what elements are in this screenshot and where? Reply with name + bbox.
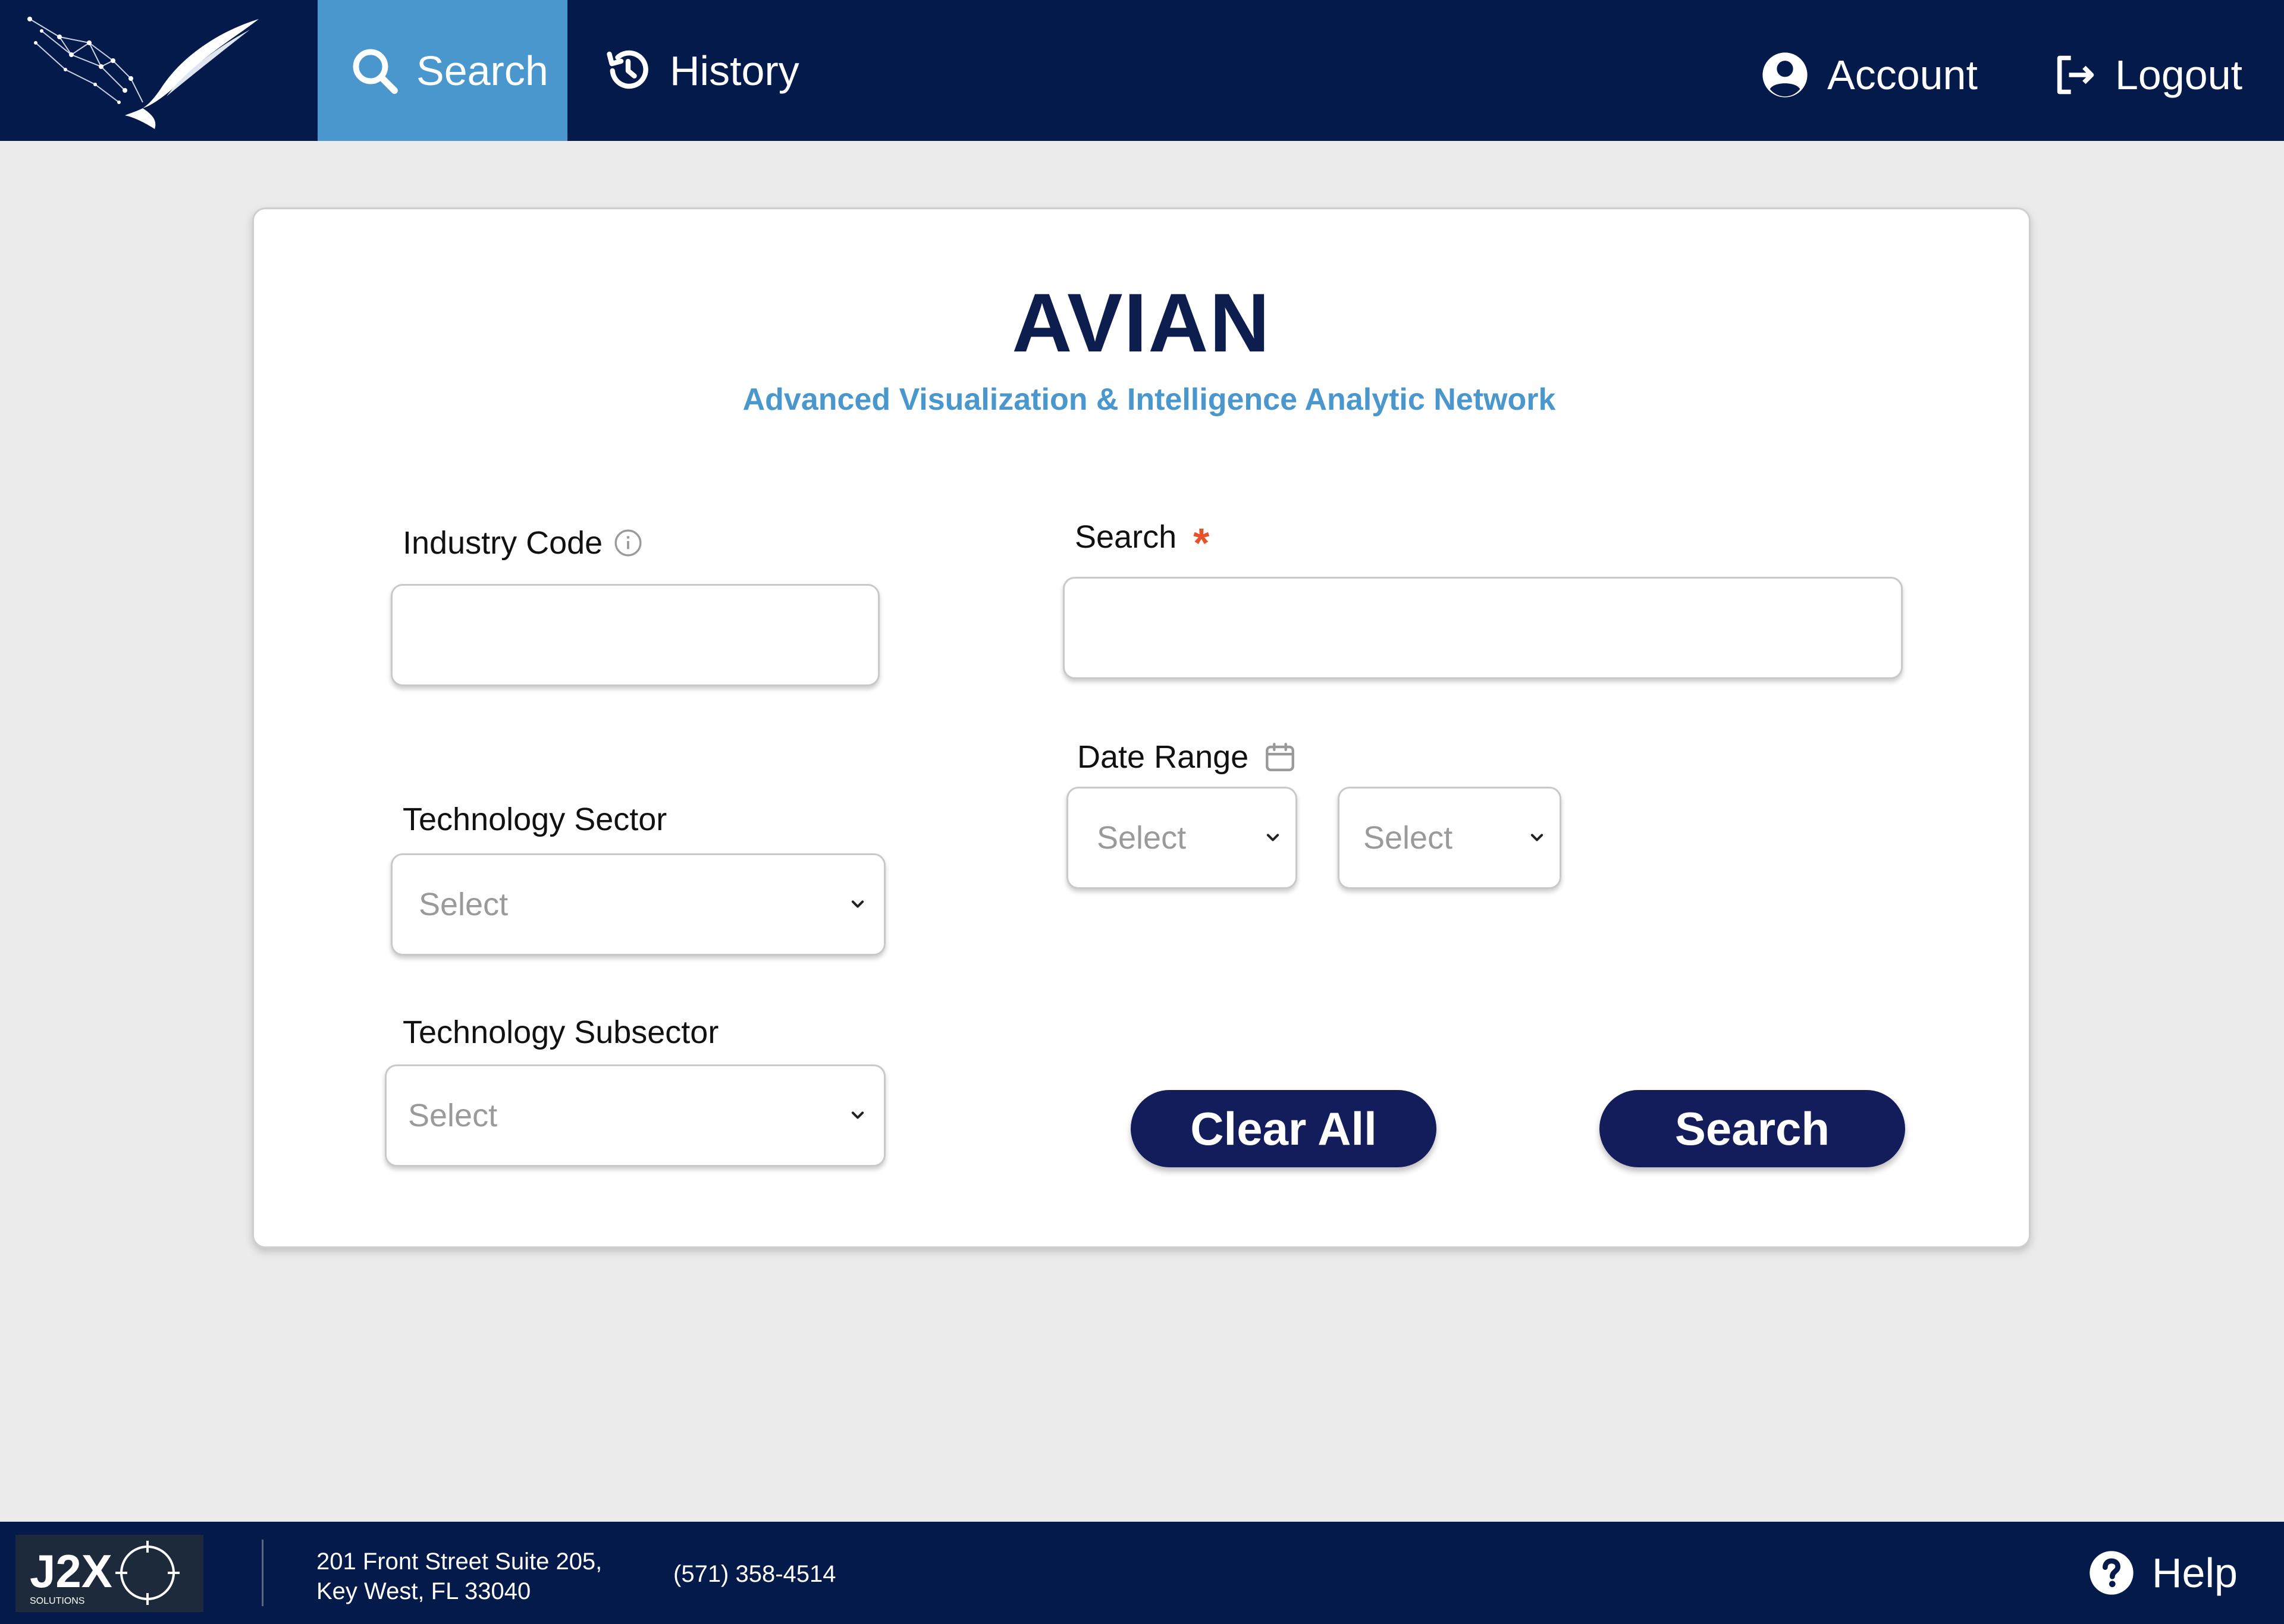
tab-history-label: History xyxy=(670,47,799,94)
tab-history[interactable]: History xyxy=(603,0,799,141)
j2x-logo-mark: J2X SOLUTIONS xyxy=(30,1541,180,1606)
j2x-logo-text: J2X xyxy=(30,1545,112,1597)
top-navigation-bar: Search History Account Logout xyxy=(0,0,2284,141)
help-circle-icon xyxy=(2090,1551,2134,1595)
chevron-down-icon xyxy=(1266,834,1279,841)
page-subtitle: Advanced Visualization & Intelligence An… xyxy=(742,382,1556,417)
info-icon[interactable] xyxy=(613,528,643,558)
address-line-1: 201 Front Street Suite 205, xyxy=(316,1548,603,1575)
technology-sector-value: Select xyxy=(419,887,509,922)
help-label: Help xyxy=(2152,1550,2238,1596)
search-button[interactable]: Search xyxy=(1599,1090,1905,1167)
technology-subsector-value: Select xyxy=(408,1098,498,1133)
j2x-logo: J2X SOLUTIONS xyxy=(15,1535,203,1612)
chevron-down-icon xyxy=(851,1111,864,1119)
industry-code-input[interactable] xyxy=(391,584,880,686)
required-marker: * xyxy=(1193,520,1210,566)
help-link[interactable]: Help xyxy=(2088,1522,2238,1624)
search-form-card: AVIAN Advanced Visualization & Intellige… xyxy=(252,208,2031,1248)
tab-search-label: Search xyxy=(416,47,548,94)
date-range-start-select[interactable]: Select xyxy=(1066,787,1297,889)
chevron-down-icon xyxy=(851,900,864,908)
footer-divider xyxy=(262,1540,263,1606)
date-range-label: Date Range xyxy=(1077,739,1297,775)
industry-code-label: Industry Code xyxy=(403,524,643,561)
technology-sector-label: Technology Sector xyxy=(403,802,667,837)
address-line-2: Key West, FL 33040 xyxy=(316,1578,531,1604)
technology-sector-select[interactable]: Select xyxy=(391,853,886,956)
calendar-icon[interactable] xyxy=(1263,740,1297,774)
user-circle-icon xyxy=(1762,52,1808,98)
logout-label: Logout xyxy=(2115,52,2243,98)
tab-search[interactable]: Search xyxy=(318,0,567,141)
date-range-start-value: Select xyxy=(1097,820,1187,856)
search-icon xyxy=(353,49,398,94)
account-label: Account xyxy=(1827,52,1978,98)
footer-address: 201 Front Street Suite 205, Key West, FL… xyxy=(316,1547,602,1606)
history-icon xyxy=(607,50,648,89)
date-range-end-value: Select xyxy=(1363,820,1453,856)
logout-link[interactable]: Logout xyxy=(2052,0,2242,150)
search-label: Search * xyxy=(1075,519,1210,566)
footer-phone: (571) 358-4514 xyxy=(673,1561,836,1587)
technology-subsector-label: Technology Subsector xyxy=(403,1014,719,1050)
search-input[interactable] xyxy=(1063,577,1903,679)
date-range-end-select[interactable]: Select xyxy=(1338,787,1561,889)
logout-icon xyxy=(2057,55,2094,95)
technology-subsector-select[interactable]: Select xyxy=(385,1064,886,1167)
chevron-down-icon xyxy=(1530,834,1543,841)
j2x-logo-subtext: SOLUTIONS xyxy=(30,1596,84,1606)
clear-all-button[interactable]: Clear All xyxy=(1131,1090,1436,1167)
footer: J2X SOLUTIONS 201 Front Street Suite 205… xyxy=(0,1522,2284,1624)
account-link[interactable]: Account xyxy=(1761,0,1978,150)
eagle-logo[interactable] xyxy=(24,13,262,129)
page-title: AVIAN xyxy=(1012,276,1271,369)
